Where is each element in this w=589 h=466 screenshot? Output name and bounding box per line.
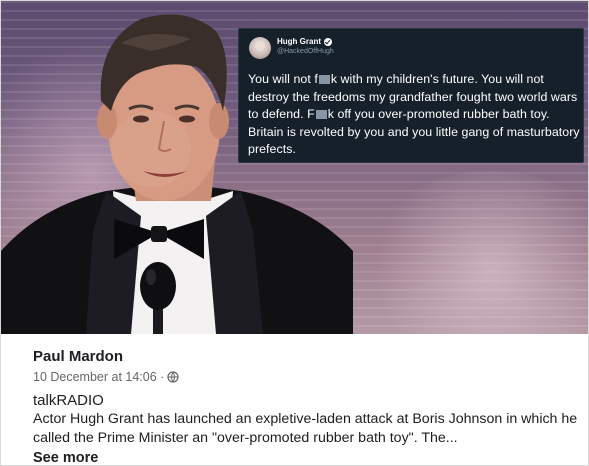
facebook-post: Hugh Grant @HackedOffHugh You will not f… bbox=[0, 0, 589, 466]
censor-block bbox=[315, 110, 327, 119]
post-timestamp[interactable]: 10 December at 14:06 · bbox=[33, 370, 164, 384]
tweet-author-name: Hugh Grant bbox=[277, 37, 332, 46]
post-author-name[interactable]: Paul Mardon bbox=[33, 348, 123, 365]
embedded-tweet: Hugh Grant @HackedOffHugh You will not f… bbox=[238, 28, 584, 163]
see-more-link[interactable]: See more bbox=[33, 450, 98, 465]
censor-block bbox=[318, 75, 330, 84]
post-body: Paul Mardon 10 December at 14:06 · talkR… bbox=[1, 334, 588, 465]
tweet-avatar bbox=[249, 37, 271, 59]
verified-badge-icon bbox=[324, 37, 332, 46]
post-image[interactable]: Hugh Grant @HackedOffHugh You will not f… bbox=[1, 1, 588, 334]
tweet-handle: @HackedOffHugh bbox=[277, 48, 334, 55]
tweet-text: You will not fk with my children's futur… bbox=[248, 72, 580, 156]
globe-icon bbox=[167, 371, 179, 383]
post-meta: 10 December at 14:06 · bbox=[33, 370, 179, 384]
post-description: Actor Hugh Grant has launched an expleti… bbox=[33, 411, 578, 446]
link-source[interactable]: talkRADIO bbox=[33, 392, 104, 409]
